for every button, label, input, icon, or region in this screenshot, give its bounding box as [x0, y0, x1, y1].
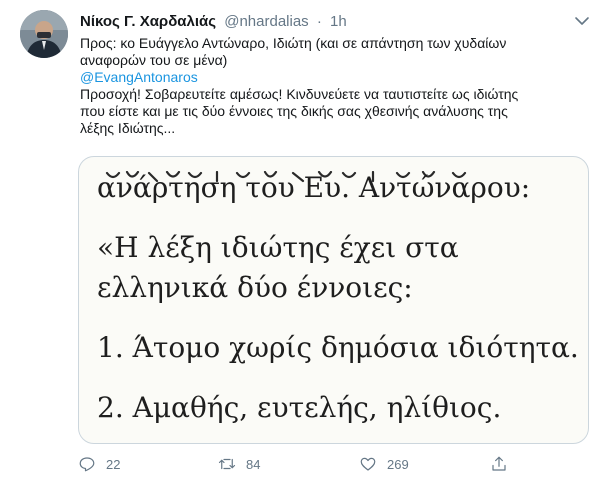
like-button[interactable]: 269	[359, 455, 409, 473]
heart-icon	[360, 457, 376, 471]
image-text-line: ανάρτηση του Ευ. Αντώναρου:	[97, 171, 531, 204]
image-text-line: 1. Άτομο χωρίς δημόσια ιδιότητα.	[97, 331, 579, 364]
chevron-down-icon[interactable]	[573, 14, 591, 28]
image-text-line: «Η λέξη ιδιώτης έχει στα	[97, 231, 459, 264]
tweet-text: Προς: κο Ευάγγελο Αντώναρο, Ιδιώτη (και …	[80, 35, 580, 137]
tweet-timestamp[interactable]: 1h	[330, 13, 347, 30]
share-button[interactable]	[490, 455, 508, 473]
like-count: 269	[387, 456, 409, 472]
share-icon	[492, 456, 506, 471]
tweet-text-line: που είστε και με τις δύο έννοιες της δικ…	[80, 103, 508, 119]
retweet-button[interactable]: 84	[218, 455, 260, 473]
tweet-text-line: Προς: κο Ευάγγελο Αντώναρο, Ιδιώτη (και …	[80, 35, 507, 51]
reply-count: 22	[106, 456, 121, 472]
author-handle[interactable]: @nhardalias	[224, 13, 308, 30]
avatar[interactable]	[20, 10, 68, 58]
tweet-image[interactable]: ανάρτηση του Ευ. Αντώναρου: «Η λέξη ιδιώ…	[78, 156, 589, 444]
tweet-text-line: αναφορών του σε μένα)	[80, 52, 228, 68]
cropped-text-fragment	[97, 157, 567, 183]
image-text-line: 2. Αμαθής, ευτελής, ηλίθιος.	[97, 391, 502, 424]
reply-icon	[79, 457, 95, 472]
tweet-text-line: Προσοχή! Σοβαρευτείτε αμέσως! Κινδυνεύετ…	[80, 86, 519, 102]
image-text-line: ελληνικά δύο έννοιες:	[97, 271, 413, 304]
separator-dot: ·	[316, 13, 322, 30]
retweet-count: 84	[246, 456, 261, 472]
tweet-text-line: λέξης Ιδιώτης...	[80, 120, 176, 136]
reply-button[interactable]: 22	[78, 455, 120, 473]
tweet-actions: 22 84 269	[78, 455, 588, 475]
retweet-icon	[218, 458, 236, 470]
author-name[interactable]: Νίκος Γ. Χαρδαλιάς	[80, 13, 216, 30]
mention-link[interactable]: @EvangAntonaros	[80, 69, 198, 85]
tweet-header: Νίκος Γ. Χαρδαλιάς @nhardalias · 1h	[80, 13, 347, 30]
